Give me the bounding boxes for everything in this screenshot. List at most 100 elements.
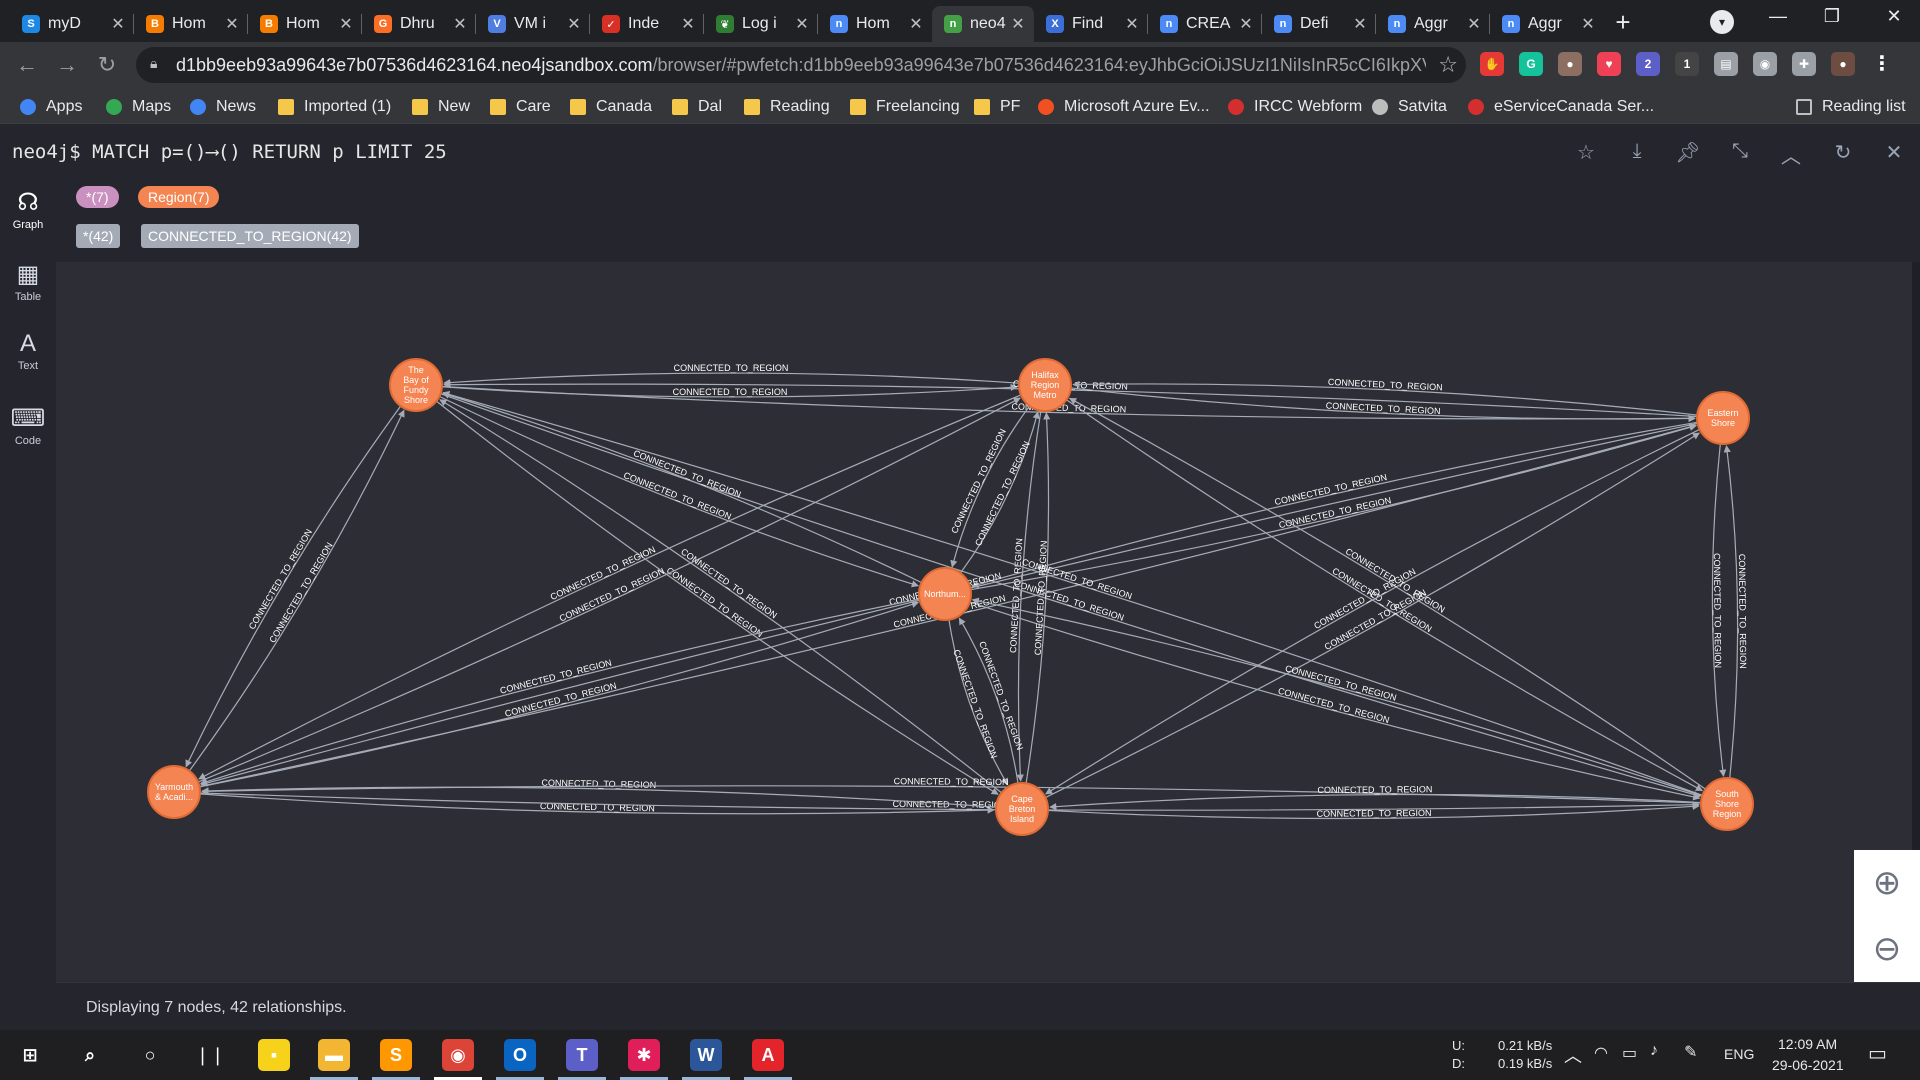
browser-tab[interactable]: X Find ✕ (1034, 6, 1148, 42)
task-view-icon[interactable]: ❘❘ (194, 1039, 226, 1071)
chrome-icon[interactable]: ◉ (442, 1039, 474, 1071)
zoom-out-icon[interactable]: ⊖ (1854, 916, 1920, 982)
page-icon[interactable]: ▤ (1714, 52, 1738, 76)
close-tab-icon[interactable]: ✕ (1238, 14, 1254, 34)
ad-block-icon[interactable]: ✋ (1480, 52, 1504, 76)
browser-tab[interactable]: n neo4 ✕ (932, 6, 1034, 42)
bookmark-item[interactable]: Maps (106, 96, 171, 118)
volume-icon[interactable]: ♪ (1650, 1042, 1658, 1060)
relationship-edge[interactable] (1723, 445, 1739, 779)
region-node[interactable]: Northum... (918, 567, 972, 621)
bookmark-item[interactable]: Microsoft Azure Ev... (1038, 96, 1210, 118)
close-window-icon[interactable]: ✕ (1872, 6, 1916, 27)
zoom-in-icon[interactable]: ⊕ (1854, 850, 1920, 916)
region-node[interactable]: SouthShoreRegion (1700, 777, 1754, 831)
legend-all-nodes[interactable]: *(7) (76, 186, 119, 208)
pen-icon[interactable]: ✎ (1684, 1042, 1697, 1062)
pin-icon[interactable]: 📌︎ (1675, 140, 1701, 165)
legend-relationship-type[interactable]: CONNECTED_TO_REGION(42) (141, 224, 359, 248)
close-tab-icon[interactable]: ✕ (1124, 14, 1140, 34)
browser-tab[interactable]: V VM i ✕ (476, 6, 590, 42)
browser-tab[interactable]: G Dhru ✕ (362, 6, 476, 42)
collapse-icon[interactable]: ︿ (1778, 140, 1804, 169)
close-tab-icon[interactable]: ✕ (908, 14, 924, 34)
region-node[interactable]: HalifaxRegionMetro (1018, 358, 1072, 412)
reading-list[interactable]: Reading list (1796, 96, 1906, 118)
browser-tab[interactable]: ❦ Log i ✕ (704, 6, 818, 42)
relationship-edge[interactable] (185, 405, 402, 768)
close-frame-icon[interactable]: ✕ (1881, 140, 1907, 165)
maximize-icon[interactable]: ❐ (1810, 6, 1854, 27)
bookmark-item[interactable]: PF (974, 96, 1020, 118)
close-tab-icon[interactable]: ✕ (680, 14, 696, 34)
browser-tab[interactable]: SmyD ✕ (10, 6, 134, 42)
profile-avatar-icon[interactable]: ● (1831, 52, 1855, 76)
legend-region-label[interactable]: Region(7) (138, 186, 220, 208)
close-tab-icon[interactable]: ✕ (452, 14, 468, 34)
notification-icon[interactable]: ▭ (1868, 1041, 1887, 1066)
query-text[interactable]: neo4j$ MATCH p=()⟶() RETURN p LIMIT 25 (12, 141, 447, 163)
tray-chevron-icon[interactable]: ︿ (1564, 1042, 1582, 1068)
browser-tab[interactable]: B Hom ✕ (134, 6, 248, 42)
bookmark-item[interactable]: eServiceCanada Ser... (1468, 96, 1654, 118)
new-tab-button[interactable]: + (1608, 8, 1638, 38)
wifi-icon[interactable]: ◠ (1594, 1043, 1608, 1063)
view-code-button[interactable]: ⌨ Code (0, 404, 56, 447)
minimize-icon[interactable]: — (1756, 6, 1800, 27)
close-tab-icon[interactable]: ✕ (338, 14, 354, 34)
relationship-edge[interactable] (971, 597, 1703, 797)
browser-tab[interactable]: n Aggr ✕ (1376, 6, 1490, 42)
clock-date[interactable]: 29-06-2021 (1772, 1057, 1844, 1073)
relationship-edge[interactable] (1068, 397, 1706, 790)
close-tab-icon[interactable]: ✕ (794, 14, 810, 34)
search-icon[interactable]: ⌕ (74, 1039, 106, 1071)
bookmark-item[interactable]: New (412, 96, 470, 118)
bookmark-item[interactable]: Apps (20, 96, 82, 118)
clock-time[interactable]: 12:09 AM (1778, 1036, 1837, 1052)
language-indicator[interactable]: ENG (1724, 1046, 1754, 1062)
graph-canvas[interactable]: CONNECTED_TO_REGION CONNECTED_TO_REGION CO… (56, 262, 1912, 982)
url-text[interactable]: d1bb9eeb93a99643e7b07536d4623164.neo4jsa… (176, 55, 1426, 76)
bookmark-item[interactable]: Canada (570, 96, 652, 118)
bookmark-item[interactable]: Reading (744, 96, 830, 118)
relationship-edge[interactable] (442, 390, 1703, 796)
forward-icon[interactable]: → (54, 52, 80, 78)
menu-dots-icon[interactable]: ⋮ (1870, 52, 1894, 76)
cortana-icon[interactable]: ○ (134, 1039, 166, 1071)
download-icon[interactable]: ⤓ (1624, 140, 1650, 163)
close-tab-icon[interactable]: ✕ (1352, 14, 1368, 34)
close-tab-icon[interactable]: ✕ (224, 14, 240, 34)
slack-icon[interactable]: ✱ (628, 1039, 660, 1071)
tampermonkey-icon[interactable]: 1 (1675, 52, 1699, 76)
bookmark-star-icon[interactable]: ☆ (1438, 52, 1458, 78)
bookmark-item[interactable]: Imported (1) (278, 96, 391, 118)
fullscreen-icon[interactable]: ⤡ (1727, 140, 1753, 163)
browser-tab[interactable]: n Defi ✕ (1262, 6, 1376, 42)
bookmark-item[interactable]: IRCC Webform (1228, 96, 1362, 118)
region-node[interactable]: TheBay ofFundyShore (389, 358, 443, 412)
address-bar[interactable]: 🔒︎ d1bb9eeb93a99643e7b07536d4623164.neo4… (136, 47, 1466, 83)
teams-icon[interactable]: T (566, 1039, 598, 1071)
bookmark-item[interactable]: Dal (672, 96, 722, 118)
file-explorer-icon[interactable]: ▬ (318, 1039, 350, 1071)
view-graph-button[interactable]: ☊ Graph (0, 188, 56, 231)
relationship-edge[interactable] (443, 372, 1020, 387)
favorite-star-icon[interactable]: ☆ (1573, 140, 1599, 165)
grammarly-icon[interactable]: G (1519, 52, 1543, 76)
close-tab-icon[interactable]: ✕ (1010, 14, 1026, 34)
tab-search-icon[interactable]: ▾ (1710, 10, 1734, 34)
region-node[interactable]: Yarmouth& Acadi... (147, 765, 201, 819)
browser-tab[interactable]: ✓ Inde ✕ (590, 6, 704, 42)
bookmark-item[interactable]: Satvita (1372, 96, 1447, 118)
bookmark-item[interactable]: Freelancing (850, 96, 960, 118)
view-table-button[interactable]: ▦ Table (0, 260, 56, 303)
close-tab-icon[interactable]: ✕ (110, 14, 126, 34)
close-tab-icon[interactable]: ✕ (566, 14, 582, 34)
graph-svg[interactable]: CONNECTED_TO_REGIONCONNECTED_TO_REGIONCO… (56, 262, 1912, 982)
browser-tab[interactable]: n CREA ✕ (1148, 6, 1262, 42)
relationship-edge[interactable] (1049, 793, 1702, 811)
bookmark-item[interactable]: News (190, 96, 256, 118)
close-tab-icon[interactable]: ✕ (1580, 14, 1596, 34)
reload-icon[interactable]: ↻ (94, 52, 120, 78)
pocket-icon[interactable]: ♥ (1597, 52, 1621, 76)
